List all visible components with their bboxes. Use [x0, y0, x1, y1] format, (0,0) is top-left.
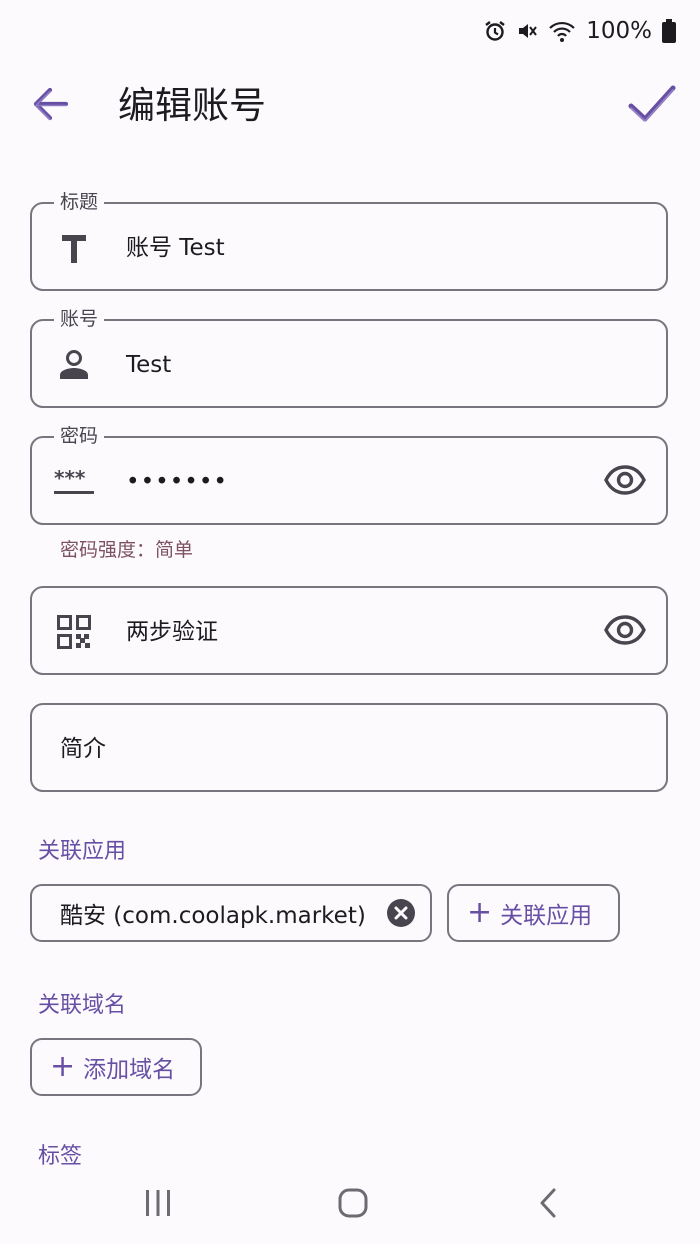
two-factor-placeholder: 两步验证: [126, 619, 218, 645]
add-linked-app-label: 关联应用: [500, 903, 593, 929]
description-placeholder: 简介: [60, 736, 106, 762]
eye-icon: [604, 615, 646, 649]
add-linked-app-button[interactable]: + 关联应用: [447, 884, 620, 942]
toggle-password-visibility-button[interactable]: [602, 462, 648, 502]
title-field-label: 标题: [54, 190, 105, 214]
nav-back-button[interactable]: [518, 1180, 578, 1230]
system-nav-bar: [0, 1166, 700, 1244]
add-domain-button[interactable]: + 添加域名: [30, 1038, 202, 1096]
linked-domains-title: 关联域名: [38, 993, 127, 1018]
linked-app-chip-label: 酷安 (com.coolapk.market): [60, 903, 366, 929]
chevron-left-icon: [536, 1187, 560, 1223]
title-t-icon: [54, 232, 94, 264]
plus-icon: +: [467, 895, 493, 930]
svg-text:***: ***: [54, 467, 86, 490]
recents-icon: [143, 1188, 173, 1222]
alarm-icon: [484, 20, 506, 42]
password-field[interactable]: 密码 *** •••••••: [30, 424, 668, 525]
toggle-two-factor-visibility-button[interactable]: [602, 612, 648, 652]
home-button[interactable]: [323, 1180, 383, 1230]
confirm-button[interactable]: [622, 78, 682, 134]
check-icon: [627, 84, 677, 128]
back-button[interactable]: [22, 78, 78, 134]
wifi-icon: [548, 19, 576, 43]
status-bar: 100%: [484, 14, 676, 48]
two-factor-field[interactable]: 两步验证: [30, 586, 668, 675]
home-icon: [337, 1187, 369, 1223]
title-field[interactable]: 标题 账号 Test: [30, 190, 668, 291]
password-field-value: •••••••: [126, 469, 228, 495]
plus-icon: +: [50, 1049, 76, 1084]
recents-button[interactable]: [128, 1180, 188, 1230]
account-field-value: Test: [126, 352, 172, 378]
page-title: 编辑账号: [118, 84, 266, 127]
account-field[interactable]: 账号 Test: [30, 307, 668, 408]
battery-percent: 100%: [586, 18, 652, 44]
remove-linked-app-button[interactable]: [386, 898, 416, 928]
person-icon: [54, 349, 94, 381]
description-field[interactable]: 简介: [30, 703, 668, 792]
password-strength-text: 密码强度：简单: [60, 539, 194, 561]
linked-app-chip: 酷安 (com.coolapk.market): [30, 884, 432, 942]
account-field-label: 账号: [54, 307, 105, 331]
add-domain-label: 添加域名: [83, 1057, 176, 1083]
qr-code-icon: [54, 615, 94, 649]
password-icon: ***: [54, 466, 94, 498]
cancel-icon: [386, 899, 416, 934]
arrow-back-icon: [30, 84, 70, 128]
battery-icon: [662, 19, 676, 43]
mute-icon: [516, 20, 538, 42]
linked-apps-title: 关联应用: [38, 839, 127, 864]
title-field-value: 账号 Test: [126, 235, 225, 261]
eye-icon: [604, 465, 646, 499]
password-field-label: 密码: [54, 424, 105, 448]
